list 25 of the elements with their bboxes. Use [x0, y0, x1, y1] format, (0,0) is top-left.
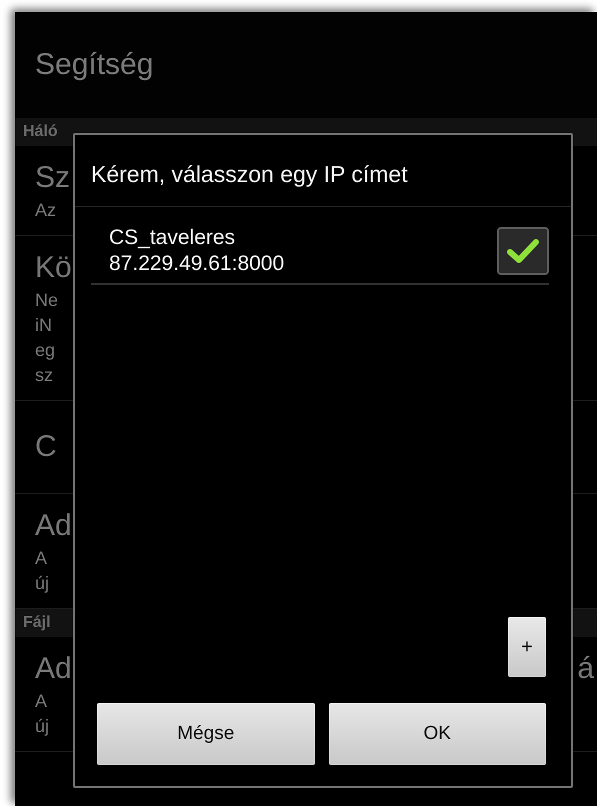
dialog-button[interactable]: Mégse — [97, 703, 314, 765]
setting-summary: A — [35, 690, 48, 713]
dialog-button[interactable]: OK — [328, 703, 546, 765]
section-header: Fájl — [23, 614, 51, 631]
option-name[interactable]: CS_taveleres — [109, 225, 236, 251]
checkbox[interactable] — [497, 227, 549, 275]
setting-summary: Az — [35, 199, 56, 222]
add-button[interactable]: + — [508, 617, 546, 677]
setting-title[interactable]: C — [35, 427, 57, 467]
setting-summary: A — [35, 547, 48, 570]
setting-title[interactable]: Ad — [35, 649, 72, 689]
setting-summary: új — [35, 572, 50, 595]
setting-title[interactable]: Sz — [35, 158, 70, 198]
setting-title[interactable]: Ad — [35, 506, 72, 546]
dialog-title: Kérem, válasszon egy IP címet — [91, 161, 408, 187]
setting-summary: Ne — [35, 289, 58, 312]
setting-summary: iN — [35, 314, 52, 337]
setting-title-end: á — [577, 651, 594, 687]
section-header: Háló — [23, 123, 58, 140]
setting-summary: sz — [35, 364, 53, 387]
setting-title[interactable]: Kö — [35, 248, 72, 288]
option-address: 87.229.49.61:8000 — [109, 251, 284, 277]
setting-summary: új — [35, 715, 50, 738]
setting-summary: eg — [35, 339, 56, 362]
screen-title: Segítség — [35, 48, 154, 82]
